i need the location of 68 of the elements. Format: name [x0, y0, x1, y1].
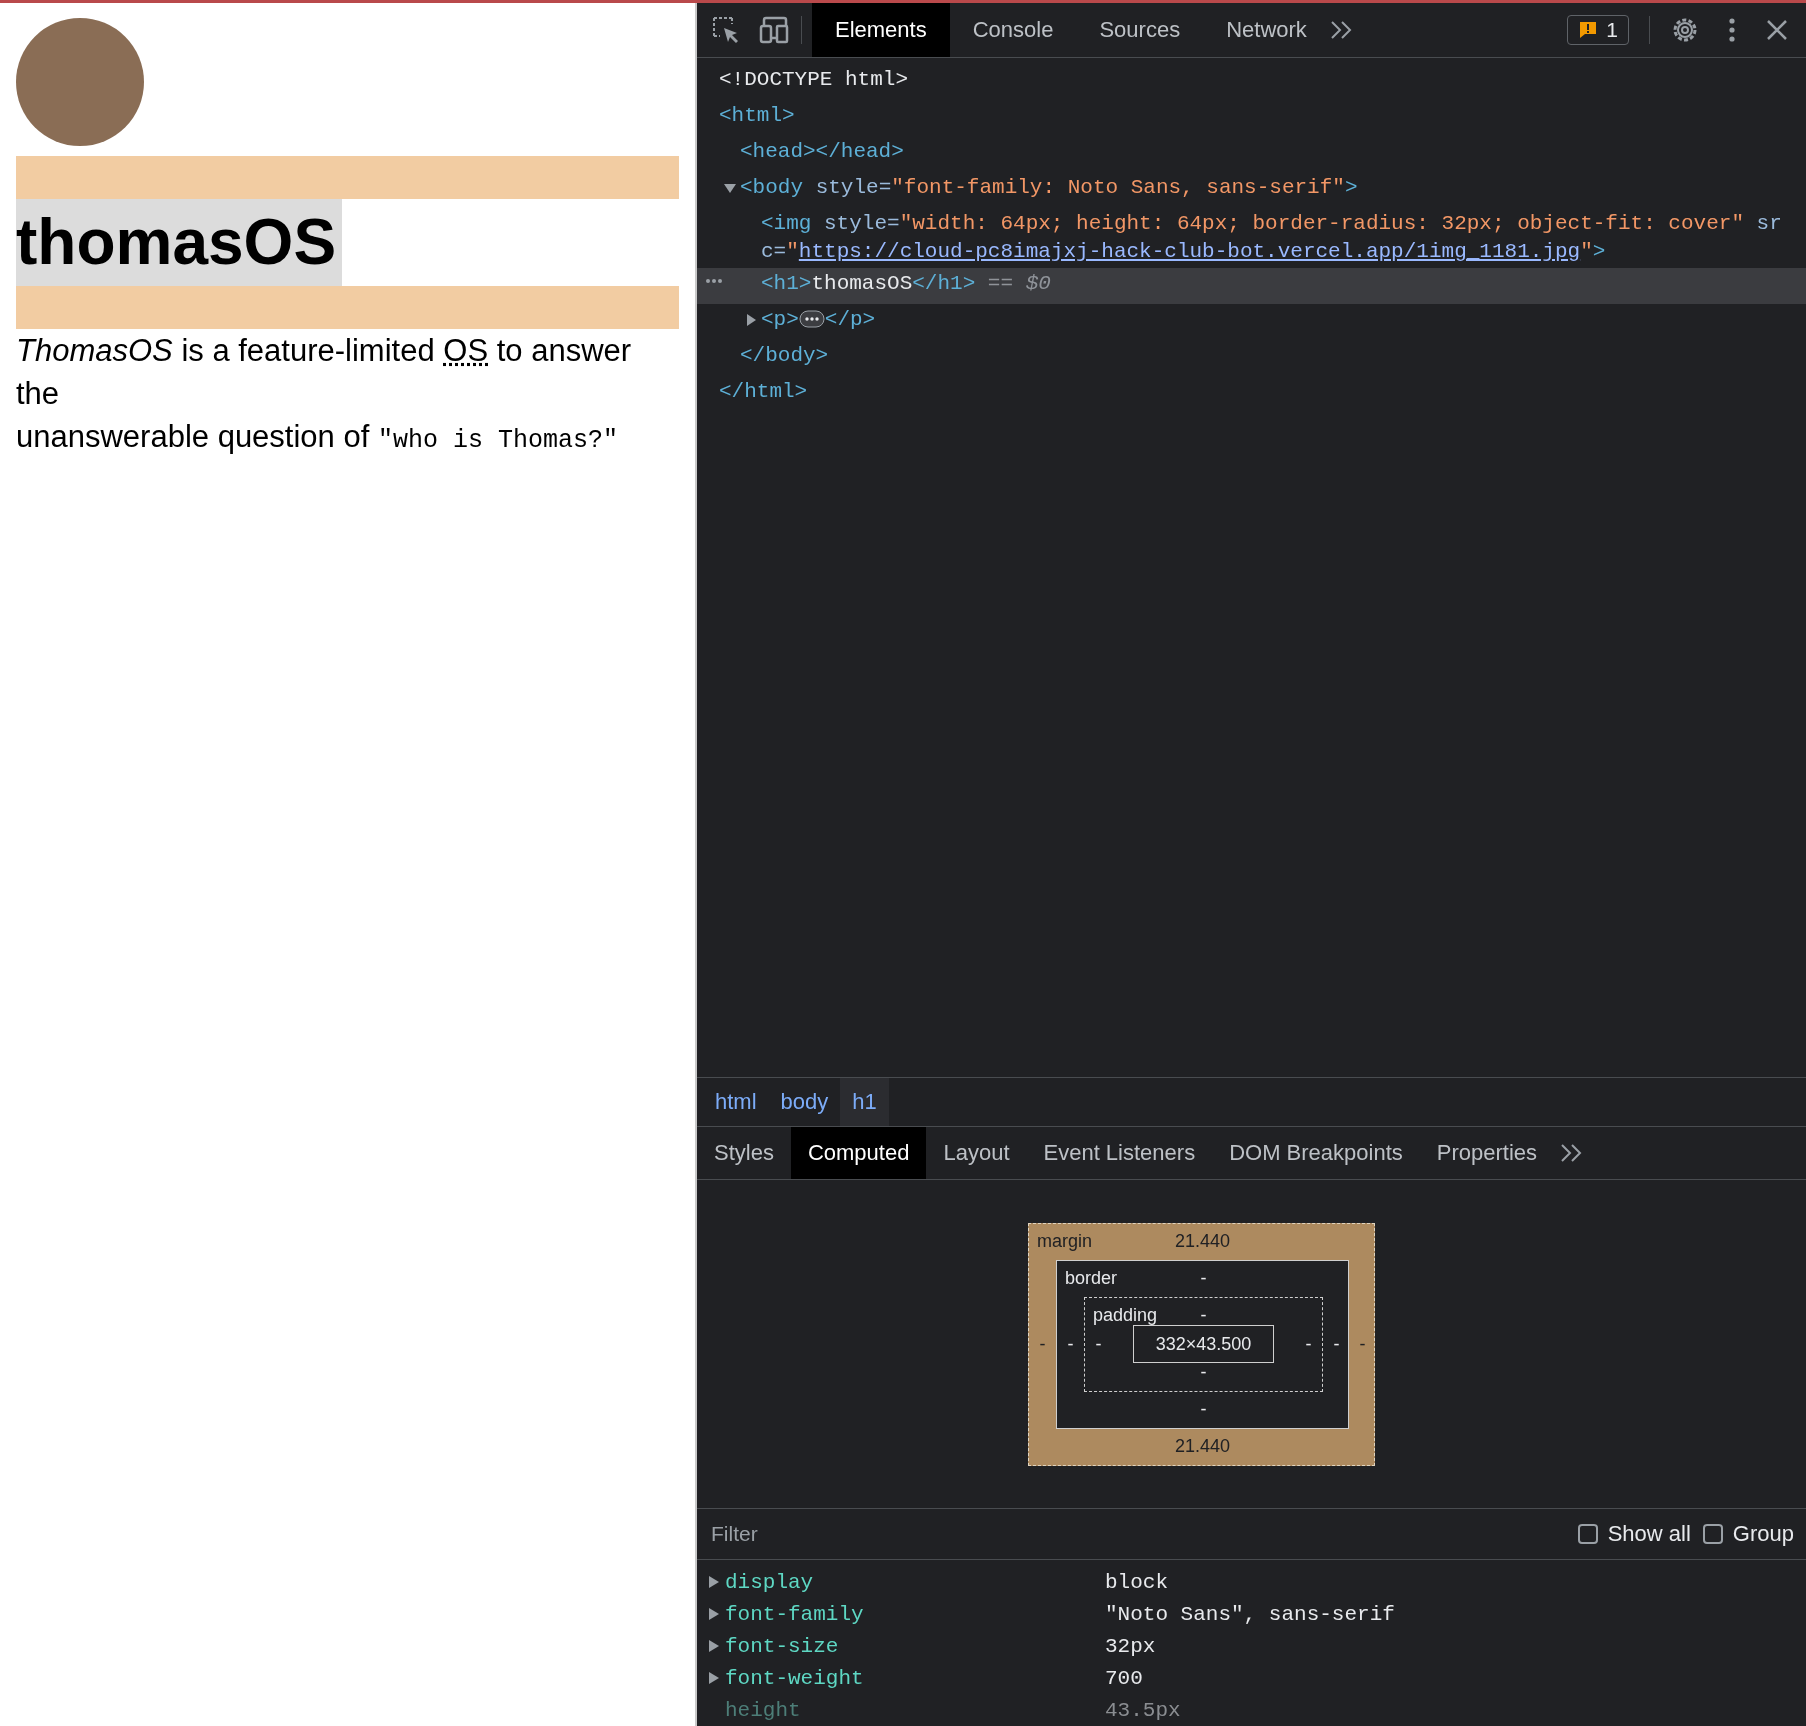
panel-tab[interactable]: DOM Breakpoints — [1212, 1127, 1420, 1179]
property-value: 32px — [1105, 1634, 1156, 1658]
box-value: - — [1200, 1399, 1207, 1420]
dom-node-line[interactable]: <img style="width: 64px; height: 64px; border-radius: 32px; object-fit: cover" src="https://cloud-pc8imajxj-hack-club-bot.vercel.app/1img_1181.jpg"> — [761, 210, 1786, 266]
property-value: 700 — [1105, 1666, 1143, 1690]
property-name: height — [725, 1698, 802, 1722]
panel-tab[interactable]: Event Listeners — [1026, 1127, 1213, 1179]
panel-tab[interactable]: Properties — [1419, 1127, 1555, 1179]
page-heading: thomasOS — [16, 199, 343, 286]
checkbox[interactable] — [1577, 1524, 1598, 1544]
dom-node-line[interactable]: <body style="font-family: Noto Sans, sans-serif"> — [740, 174, 1358, 202]
page-paragraph: ThomasOS is a feature-limited OS to answer the unanswerable question of "who is Thomas?" — [16, 332, 633, 457]
inspect-element-icon[interactable] — [711, 15, 741, 45]
property-name: font-size — [725, 1634, 840, 1658]
collapsed-arrow-icon[interactable] — [745, 314, 757, 326]
more-dots-icon[interactable] — [705, 278, 723, 284]
panel-tab[interactable]: Styles — [697, 1127, 791, 1179]
expand-arrow-icon[interactable] — [709, 1672, 719, 1684]
more-tabs-icon[interactable] — [1329, 20, 1354, 40]
ellipsis-icon[interactable] — [798, 310, 825, 329]
box-label: margin — [1036, 1231, 1093, 1252]
panel-tab[interactable]: Layout — [926, 1127, 1027, 1179]
breadcrumb[interactable]: body — [768, 1078, 841, 1126]
property-value: 43.5px — [1105, 1698, 1181, 1722]
dom-node-line[interactable]: <head></head> — [740, 138, 904, 166]
box-value: - — [1200, 1268, 1207, 1289]
dom-node-line[interactable]: </body> — [740, 342, 829, 370]
dom-node-line[interactable]: </html> — [719, 378, 808, 406]
breadcrumb[interactable]: h1 — [840, 1078, 889, 1126]
dom-node-line[interactable]: <html> — [719, 102, 795, 130]
expanded-arrow-icon[interactable] — [724, 182, 736, 194]
box-label: border — [1064, 1268, 1118, 1289]
dom-node-line[interactable]: <!DOCTYPE html> — [719, 66, 909, 94]
expand-arrow-icon[interactable] — [709, 1608, 719, 1620]
devtools-tab[interactable]: Sources — [1076, 3, 1204, 57]
box-value: - — [1200, 1305, 1207, 1326]
box-label: padding — [1092, 1305, 1158, 1326]
devtools-tab[interactable]: Console — [949, 3, 1077, 57]
checkbox-label: Show all — [1607, 1521, 1691, 1547]
issues-badge[interactable]: 1 — [1567, 15, 1629, 45]
box-value: - — [1067, 1333, 1074, 1355]
box-value: 21.440 — [1174, 1231, 1231, 1252]
box-value: - — [1333, 1333, 1340, 1355]
box-value: - — [1305, 1333, 1312, 1355]
device-toolbar-icon[interactable] — [759, 16, 791, 44]
box-value: - — [1095, 1333, 1102, 1355]
close-icon[interactable] — [1766, 19, 1788, 41]
devtools-tab[interactable]: Elements — [812, 3, 950, 57]
property-name: font-weight — [725, 1666, 865, 1690]
devtools-tab[interactable]: Network — [1203, 3, 1330, 57]
breadcrumb[interactable]: html — [703, 1078, 769, 1126]
property-value: "Noto Sans", sans-serif — [1105, 1602, 1395, 1626]
property-name: font-family — [725, 1602, 865, 1626]
box-value: - — [1039, 1333, 1046, 1355]
property-name: display — [725, 1570, 815, 1594]
dom-node-line[interactable]: <p> </p> — [761, 306, 876, 334]
panel-tab[interactable]: Computed — [790, 1127, 927, 1179]
content-size: 332×43.500 — [1132, 1324, 1275, 1363]
box-value: - — [1359, 1333, 1366, 1355]
property-value: block — [1105, 1570, 1168, 1594]
filter-field[interactable]: Filter — [709, 1521, 1566, 1547]
checkbox[interactable] — [1702, 1524, 1723, 1544]
checkbox-label: Group — [1732, 1521, 1794, 1547]
box-value: 21.440 — [1174, 1436, 1231, 1457]
expand-arrow-icon[interactable] — [709, 1640, 719, 1652]
expand-arrow-icon[interactable] — [709, 1576, 719, 1588]
box-value: - — [1200, 1362, 1207, 1383]
more-options-icon[interactable] — [1728, 17, 1736, 43]
